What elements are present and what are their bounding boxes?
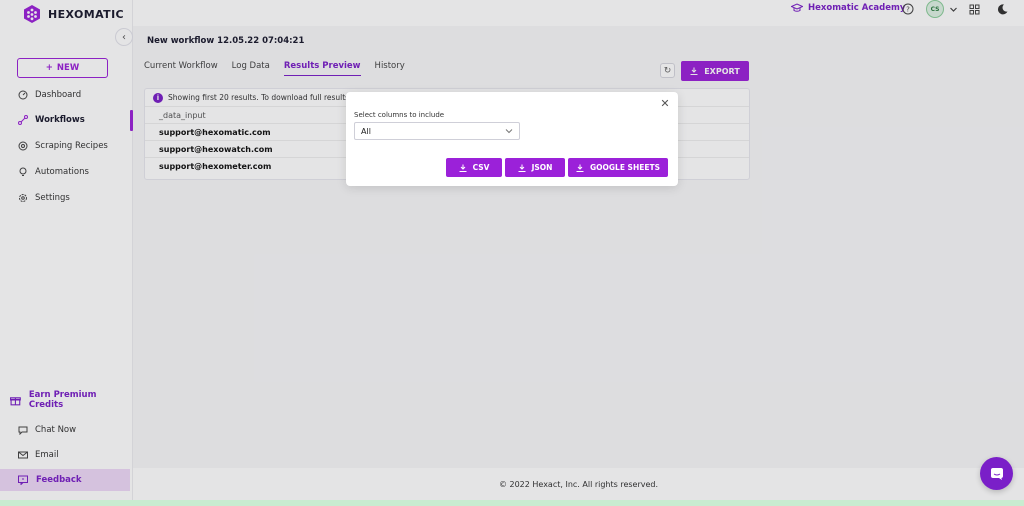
export-modal: ✕ Select columns to include All CSV JSON… xyxy=(346,92,678,186)
export-google-sheets-button[interactable]: GOOGLE SHEETS xyxy=(568,158,668,177)
close-icon[interactable]: ✕ xyxy=(660,98,670,109)
columns-select-value: All xyxy=(361,126,371,136)
json-label: JSON xyxy=(531,163,553,172)
bottom-strip xyxy=(0,500,1024,506)
download-icon xyxy=(459,164,467,172)
chevron-down-icon xyxy=(505,129,513,134)
download-icon xyxy=(518,164,526,172)
columns-select[interactable]: All xyxy=(354,122,520,140)
export-csv-button[interactable]: CSV xyxy=(446,158,502,177)
export-json-button[interactable]: JSON xyxy=(505,158,565,177)
chat-bubble-icon xyxy=(990,467,1003,480)
modal-overlay[interactable] xyxy=(0,0,1024,500)
chat-launcher-button[interactable] xyxy=(980,457,1013,490)
csv-label: CSV xyxy=(472,163,490,172)
google-sheets-label: GOOGLE SHEETS xyxy=(589,163,661,172)
columns-label: Select columns to include xyxy=(354,111,445,119)
download-icon xyxy=(576,164,584,172)
